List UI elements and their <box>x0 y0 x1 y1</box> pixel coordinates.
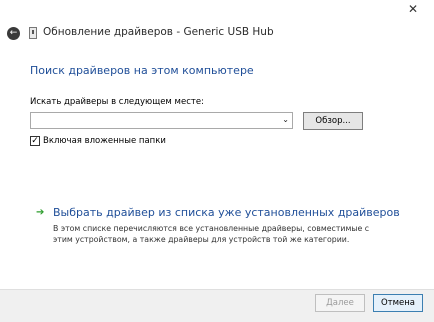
browse-button[interactable]: Обзор... <box>303 112 363 130</box>
close-button[interactable]: ✕ <box>400 0 426 18</box>
search-location-label: Искать драйверы в следующем месте: <box>30 97 204 107</box>
green-arrow-icon: ➔ <box>36 207 45 218</box>
window-title: Обновление драйверов - Generic USB Hub <box>43 26 274 38</box>
back-button[interactable]: ← <box>7 27 20 40</box>
driver-path-combobox[interactable]: ⌄ <box>30 112 293 129</box>
close-icon: ✕ <box>407 2 419 16</box>
dialog-footer <box>0 289 434 322</box>
include-subfolders-checkbox[interactable]: ✓ <box>30 136 40 146</box>
include-subfolders-label: Включая вложенные папки <box>43 136 166 146</box>
cancel-button[interactable]: Отмена <box>373 294 423 312</box>
pick-from-list-description: В этом списке перечисляются все установл… <box>53 224 370 244</box>
pick-from-list-link[interactable]: Выбрать драйвер из списка уже установлен… <box>53 206 400 219</box>
title-bar: ✕ <box>0 0 434 22</box>
next-button[interactable]: Далее <box>315 294 365 312</box>
chevron-down-icon[interactable]: ⌄ <box>282 115 289 124</box>
update-driver-dialog: ✕ ← Обновление драйверов - Generic USB H… <box>0 0 434 322</box>
back-arrow-icon: ← <box>9 28 18 38</box>
usb-device-icon <box>29 27 37 39</box>
page-heading: Поиск драйверов на этом компьютере <box>30 64 254 77</box>
